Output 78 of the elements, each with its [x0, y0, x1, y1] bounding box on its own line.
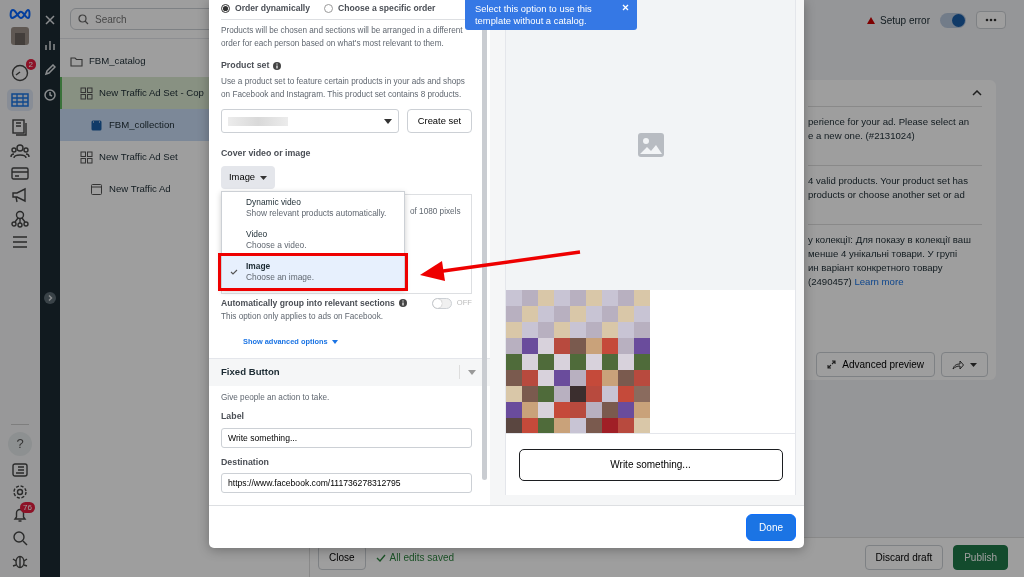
- label-input[interactable]: Write something...: [221, 427, 472, 448]
- advanced-preview-button[interactable]: Advanced preview: [816, 352, 935, 377]
- account-avatar-icon: [11, 27, 29, 45]
- caret-icon: [970, 362, 977, 367]
- help-text: of 1080 pixels: [410, 206, 461, 216]
- more-button[interactable]: [976, 11, 1006, 29]
- dropdown-option[interactable]: Video Choose a video.: [222, 223, 404, 256]
- share-button[interactable]: [941, 352, 988, 377]
- field-label: Product set: [221, 59, 472, 73]
- caret-icon: [331, 339, 338, 344]
- radio-option[interactable]: Choose a specific order: [324, 2, 436, 14]
- collapse-icon[interactable]: [972, 90, 982, 96]
- pencil-icon[interactable]: [44, 64, 56, 76]
- megaphone-icon[interactable]: [11, 187, 29, 203]
- caret-icon[interactable]: [468, 369, 476, 375]
- news-icon[interactable]: [12, 463, 28, 477]
- people-icon[interactable]: [10, 143, 30, 159]
- done-button[interactable]: Done: [746, 513, 796, 541]
- table-icon[interactable]: [11, 93, 29, 107]
- call-to-action-button[interactable]: Write something...: [518, 448, 783, 481]
- field-label: Cover video or image: [221, 147, 312, 161]
- grid-icon: [80, 150, 93, 164]
- discard-draft-button[interactable]: Discard draft: [864, 545, 944, 570]
- bug-icon[interactable]: [12, 553, 28, 569]
- cover-type-dropdown[interactable]: Image: [221, 166, 276, 189]
- menu-icon[interactable]: [12, 235, 28, 249]
- toggle-switch[interactable]: [940, 12, 966, 28]
- network-icon[interactable]: [11, 210, 29, 228]
- destination-input[interactable]: https://www.facebook.com/111736278312795: [221, 472, 472, 493]
- expand-arrows-icon: [827, 360, 837, 369]
- publish-button[interactable]: Publish: [953, 545, 1008, 570]
- error-message: 4 valid products. Your product set has products or choose another set or ad: [808, 165, 982, 224]
- bar-chart-icon[interactable]: [44, 39, 56, 51]
- settings-icon[interactable]: [12, 484, 28, 500]
- learn-more-link[interactable]: Learn more: [854, 276, 904, 287]
- dropdown-option[interactable]: Image Choose an image.: [222, 255, 404, 288]
- collection-icon: [90, 118, 103, 132]
- info-icon: [273, 61, 282, 70]
- grid-icon: [80, 86, 93, 100]
- caret-icon: [383, 118, 392, 124]
- ad-icon: [90, 182, 103, 196]
- help-text: Give people an action to take.: [221, 391, 331, 404]
- field-label: Destination: [221, 455, 270, 469]
- more-icon: [985, 18, 997, 22]
- image-placeholder-icon: [637, 133, 664, 157]
- search-icon[interactable]: [12, 530, 28, 546]
- section-title: Fixed Button: [221, 365, 280, 380]
- notification-badge: 76: [20, 502, 35, 513]
- check-icon: [230, 268, 238, 275]
- check-icon: [375, 553, 386, 562]
- field-label: Automatically group into relevant sections: [221, 296, 407, 310]
- toggle-switch[interactable]: [431, 297, 452, 309]
- help-button[interactable]: ?: [8, 432, 32, 456]
- notification-badge: 2: [25, 59, 36, 70]
- info-icon: [398, 299, 407, 308]
- radio-icon[interactable]: [324, 3, 333, 13]
- create-set-button[interactable]: Create set: [406, 109, 472, 134]
- radio-icon[interactable]: [221, 3, 230, 13]
- gauge-icon[interactable]: [11, 64, 29, 82]
- warning-icon: [866, 16, 875, 24]
- error-message: perience for your ad. Please select an e a new one. (#2131024): [808, 106, 982, 165]
- pages-icon[interactable]: [11, 118, 29, 136]
- credit-card-icon[interactable]: [11, 166, 29, 180]
- meta-logo-icon: [9, 8, 31, 20]
- close-icon[interactable]: [44, 14, 56, 26]
- caret-icon: [260, 175, 268, 180]
- dropdown-option[interactable]: Dynamic video Show relevant products automatically.: [222, 191, 404, 224]
- folder-icon: [70, 54, 83, 68]
- help-text: This option only applies to ads on Facebook.: [221, 311, 385, 324]
- status-label: Setup error: [866, 12, 930, 28]
- save-status: All edits saved: [375, 550, 455, 565]
- clock-icon[interactable]: [44, 89, 56, 101]
- expand-icon[interactable]: [44, 292, 56, 304]
- search-icon: [78, 14, 89, 25]
- share-icon: [952, 359, 964, 370]
- tooltip-text: Select this option to use this template without a catalog.: [475, 3, 592, 26]
- field-label: Label: [221, 410, 245, 424]
- error-message: у колекції: Для показу в колекції ваш менше 4 унікальні товари. У групі ин варіант конкретного товару (2490457) Learn more: [808, 224, 982, 311]
